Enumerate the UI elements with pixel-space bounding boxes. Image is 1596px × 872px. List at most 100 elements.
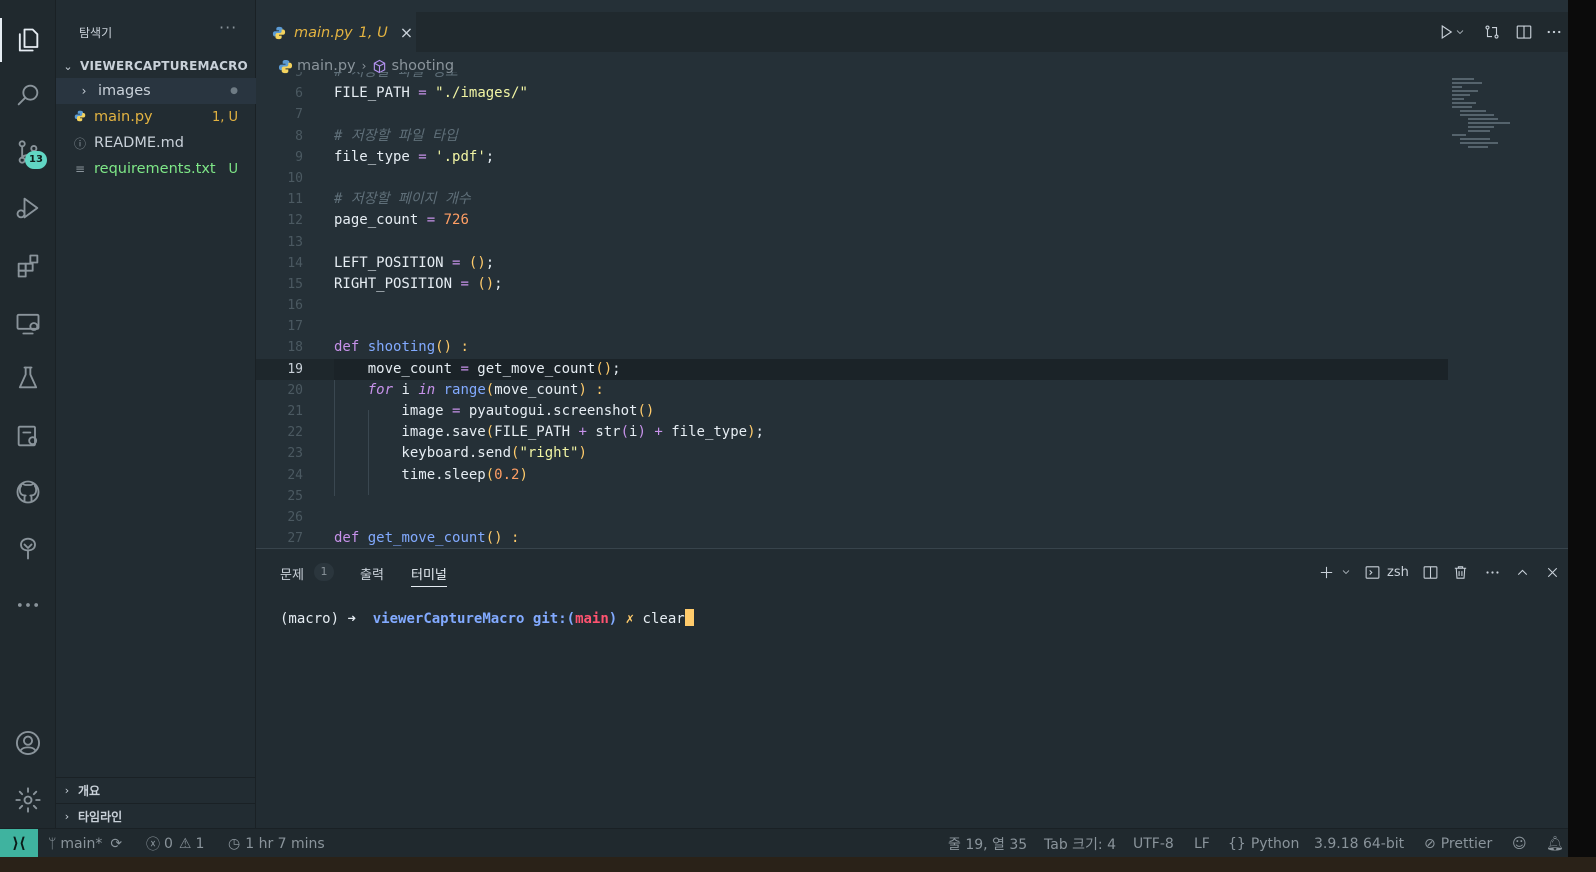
tree-item-images[interactable]: › images ● (56, 78, 256, 104)
code-line[interactable]: 9 file_type = '.pdf'; (256, 147, 1448, 168)
compare-changes-icon[interactable] (1478, 18, 1506, 46)
code-line[interactable]: 26 (256, 507, 1448, 528)
tab-size[interactable]: Tab 크기: 4 (1044, 834, 1116, 854)
terminal-shell-selector[interactable]: zsh (1364, 561, 1409, 583)
timeline-section[interactable]: › 타임라인 (56, 803, 256, 829)
tab-main-py[interactable]: main.py 1, U × (256, 12, 416, 52)
code-line[interactable]: 7 (256, 104, 1448, 125)
code-line[interactable]: 23 keyboard.send("right") (256, 443, 1448, 464)
chevron-down-icon[interactable] (1340, 561, 1352, 583)
more-actions-icon[interactable] (1484, 561, 1501, 583)
more-actions-icon[interactable] (1540, 18, 1568, 46)
github-icon[interactable] (8, 472, 48, 512)
explorer-icon[interactable] (8, 20, 48, 60)
notifications-icon[interactable]: 🔔︎ (1546, 834, 1564, 854)
tree-item-main-py[interactable]: main.py 1, U (56, 104, 256, 130)
code-token: ) (637, 424, 646, 441)
terminal-cursor (684, 609, 694, 626)
minimap-line (1468, 126, 1494, 128)
tree-item-requirements[interactable]: ≡ requirements.txt U (56, 156, 256, 182)
eol[interactable]: LF (1194, 834, 1210, 854)
new-terminal-icon[interactable] (1318, 561, 1335, 583)
code-text: for i in range(move_count) : (334, 380, 604, 401)
code-line[interactable]: 13 (256, 232, 1448, 253)
problems-count-badge: 1 (314, 563, 334, 581)
docker-icon[interactable] (8, 416, 48, 456)
code-line[interactable]: 21 image = pyautogui.screenshot() (256, 401, 1448, 422)
vscode-window: 13 탐색기 ··· ⌄ VIEWERCAPTUREMACRO › images… (0, 0, 1568, 857)
code-token: in (418, 381, 436, 398)
code-line[interactable]: 20 for i in range(move_count) : (256, 380, 1448, 401)
run-debug-icon[interactable] (8, 188, 48, 228)
code-line[interactable]: 17 (256, 316, 1448, 337)
outline-section[interactable]: › 개요 (56, 777, 256, 803)
code-line[interactable]: 14 LEFT_POSITION = (); (256, 253, 1448, 274)
desktop-edge (0, 857, 1596, 872)
problems-status[interactable]: ⓧ 0 ⚠ 1 (146, 834, 204, 854)
minimap[interactable] (1448, 72, 1568, 548)
more-actions-icon[interactable]: ··· (219, 18, 237, 37)
tree-icon[interactable] (8, 528, 48, 568)
tree-item-readme[interactable]: ⓘ README.md (56, 130, 256, 156)
encoding[interactable]: UTF-8 (1133, 834, 1174, 854)
close-icon[interactable]: × (400, 23, 413, 42)
code-text: # 저장할 페이지 개수 (334, 189, 471, 210)
code-line[interactable]: 5 # 저장할 파일 경로 (256, 72, 1448, 83)
history-icon: ◷ (228, 836, 241, 852)
code-editor[interactable]: 5 # 저장할 파일 경로 6 FILE_PATH = "./images/" 7 8 # … (256, 72, 1448, 548)
warning-count: 1 (195, 836, 205, 852)
extensions-icon[interactable] (8, 246, 48, 286)
code-line[interactable]: 8 # 저장할 파일 타입 (256, 126, 1448, 147)
branch-status[interactable]: ᛘ main* ⟳ (48, 834, 122, 854)
line-number: 25 (287, 488, 303, 504)
code-token: i (393, 381, 419, 398)
code-line[interactable]: 12 page_count = 726 (256, 210, 1448, 231)
split-terminal-icon[interactable] (1422, 561, 1439, 583)
more-icon[interactable] (8, 585, 48, 625)
remote-explorer-icon[interactable] (8, 303, 48, 343)
code-token: ; (755, 424, 764, 441)
python-interpreter[interactable]: 3.9.18 64-bit (1314, 834, 1404, 854)
line-number: 17 (287, 319, 303, 335)
tab-output[interactable]: 출력 (360, 564, 384, 583)
code-line[interactable]: 27 def get_move_count() : (256, 528, 1448, 548)
language-mode[interactable]: {} Python (1228, 834, 1299, 854)
tab-terminal[interactable]: 터미널 (411, 564, 447, 587)
code-token: + (654, 424, 663, 441)
code-line[interactable]: 18 def shooting() : (256, 337, 1448, 358)
code-text: FILE_PATH = "./images/" (334, 83, 528, 104)
minimap-line (1452, 78, 1474, 80)
code-token: move_count (334, 360, 461, 377)
code-line[interactable]: 6 FILE_PATH = "./images/" (256, 83, 1448, 104)
code-line[interactable]: 25 (256, 486, 1448, 507)
code-text: image.save(FILE_PATH + str(i) + file_typ… (334, 422, 764, 443)
code-token: ; (485, 254, 495, 271)
code-line[interactable]: 10 (256, 168, 1448, 189)
close-panel-icon[interactable] (1544, 561, 1561, 583)
settings-gear-icon[interactable] (8, 780, 48, 820)
account-icon[interactable] (8, 723, 48, 763)
python-icon (272, 26, 286, 39)
trash-icon[interactable] (1452, 561, 1469, 583)
code-token: # 저장할 파일 경로 (334, 72, 458, 80)
code-line[interactable]: 22 image.save(FILE_PATH + str(i) + file_… (256, 422, 1448, 443)
time-tracker[interactable]: ◷ 1 hr 7 mins (228, 834, 325, 854)
chevron-down-icon[interactable] (1452, 18, 1468, 46)
code-line[interactable]: 15 RIGHT_POSITION = (); (256, 274, 1448, 295)
maximize-panel-icon[interactable] (1514, 561, 1531, 583)
search-icon[interactable] (8, 75, 48, 115)
tab-problems[interactable]: 문제 (280, 564, 304, 583)
cursor-position[interactable]: 줄 19, 열 35 (948, 834, 1027, 854)
prettier-status[interactable]: ⊘ Prettier (1424, 834, 1492, 854)
code-line[interactable]: 11 # 저장할 페이지 개수 (256, 189, 1448, 210)
code-line[interactable]: 16 (256, 295, 1448, 316)
testing-icon[interactable] (8, 358, 48, 398)
feedback-icon[interactable]: ☺ (1512, 834, 1527, 854)
terminal-output[interactable]: (macro) ➜ viewerCaptureMacro git:(main) … (280, 609, 694, 627)
split-editor-icon[interactable] (1510, 18, 1538, 46)
remote-indicator[interactable]: ⟩⟨ (0, 829, 38, 857)
code-line[interactable]: 19 move_count = get_move_count(); (256, 358, 1448, 381)
line-number: 14 (287, 255, 303, 271)
code-line[interactable]: 24 time.sleep(0.2) (256, 465, 1448, 486)
workspace-root[interactable]: ⌄ VIEWERCAPTUREMACRO (56, 55, 256, 77)
